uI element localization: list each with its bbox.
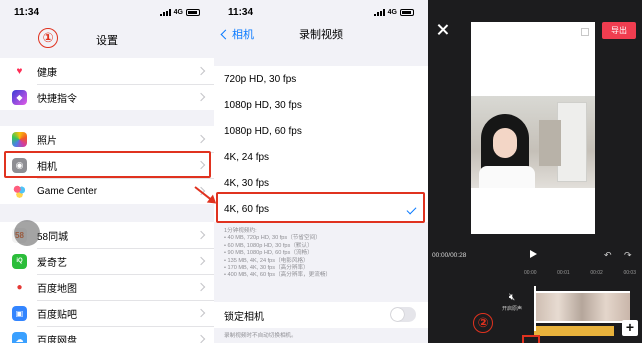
settings-screen: 11:34 4G ① 设置 ♥ 健康 ◆ 快捷指令 照片 ◉ 相机 Game C… — [0, 0, 214, 343]
chevron-right-icon — [196, 308, 206, 318]
baidu-tieba-icon: ▣ — [12, 305, 27, 321]
settings-item-label: 58同城 — [37, 231, 69, 243]
status-bar: 11:34 4G — [214, 0, 428, 24]
chevron-right-icon — [196, 334, 206, 343]
baidu-map-icon: ● — [12, 279, 27, 295]
settings-item-label: Game Center — [37, 185, 98, 197]
mute-button[interactable]: 🔇︎ 开启原声 — [502, 292, 522, 312]
settings-item-label: 百度地图 — [37, 283, 77, 295]
video-option-1080p-30[interactable]: 1080p HD, 30 fps — [214, 92, 428, 118]
camera-highlight-box — [4, 151, 211, 178]
video-clip-track[interactable] — [534, 291, 630, 323]
background-fridge — [557, 102, 587, 182]
lock-camera-toggle[interactable] — [390, 307, 416, 322]
settings-item-label: 快捷指令 — [37, 93, 77, 105]
settings-item-label: 照片 — [37, 135, 57, 147]
selection-highlight-box — [216, 192, 425, 223]
photos-icon — [12, 131, 27, 147]
chevron-right-icon — [196, 134, 206, 144]
option-label: 1080p HD, 30 fps — [224, 99, 302, 111]
page-title: 设置 — [96, 35, 118, 47]
signal-icon — [159, 8, 171, 16]
page-title: 录制视频 — [299, 29, 343, 41]
settings-item-game-center[interactable]: Game Center — [0, 178, 214, 204]
video-option-720p-30[interactable]: 720p HD, 30 fps — [214, 66, 428, 92]
settings-item-shortcuts[interactable]: ◆ 快捷指令 — [0, 84, 214, 110]
ruler-tick: 00:01 — [557, 270, 570, 276]
chevron-right-icon — [196, 92, 206, 102]
redo-icon[interactable]: ↷ — [624, 250, 632, 261]
settings-item-label: 健康 — [37, 67, 57, 79]
game-center-icon — [12, 183, 27, 199]
option-label: 720p HD, 30 fps — [224, 73, 297, 85]
lock-camera-label: 锁定相机 — [224, 311, 264, 323]
step-two-badge: ② — [473, 313, 493, 333]
ruler-tick: 00:03 — [623, 270, 636, 276]
settings-item-label: 百度网盘 — [37, 335, 77, 343]
background-shelf — [539, 120, 561, 166]
status-time: 11:34 — [14, 6, 40, 18]
person-shirt — [479, 166, 535, 188]
settings-item-baidu-map[interactable]: ● 百度地图 — [0, 274, 214, 300]
option-label: 4K, 24 fps — [224, 151, 270, 163]
lock-camera-note: 录制视频时不自动切换相机。 — [224, 333, 297, 339]
mute-label: 开启原声 — [502, 306, 523, 312]
highlight-box — [522, 335, 540, 343]
video-editor-screen: 导出 00:00/00:28 ↶ ↷ 00:00 00:01 00:02 00:… — [428, 0, 642, 343]
shortcuts-icon: ◆ — [12, 89, 27, 105]
play-icon[interactable] — [530, 250, 537, 258]
ruler-tick: 00:02 — [590, 270, 603, 276]
network-label: 4G — [173, 8, 183, 16]
settings-item-baidu-netdisk[interactable]: ☁ 百度网盘 — [0, 326, 214, 343]
storage-notes: 1分钟视频约: • 40 MB, 720p HD, 30 fps（节省空间） •… — [224, 228, 422, 280]
speaker-mute-icon: 🔇︎ — [508, 292, 516, 303]
timeline-ruler: 00:00 00:01 00:02 00:03 — [524, 270, 642, 280]
settings-item-health[interactable]: ♥ 健康 — [0, 58, 214, 84]
ruler-tick: 00:00 — [524, 270, 537, 276]
settings-group-1: ♥ 健康 ◆ 快捷指令 — [0, 58, 214, 110]
person-face — [493, 128, 517, 158]
note-line: • 40 MB, 720p HD, 30 fps（节省空间） — [224, 235, 321, 242]
option-label: 1080p HD, 60 fps — [224, 125, 302, 137]
chevron-right-icon — [196, 230, 206, 240]
settings-item-label: 爱奇艺 — [37, 257, 67, 269]
settings-item-photos[interactable]: 照片 — [0, 126, 214, 152]
add-clip-button[interactable]: + — [622, 320, 638, 336]
chevron-right-icon — [196, 282, 206, 292]
settings-item-baidu-tieba[interactable]: ▣ 百度贴吧 — [0, 300, 214, 326]
video-frame-image — [471, 96, 595, 188]
chevron-right-icon — [196, 256, 206, 266]
battery-icon — [186, 8, 200, 16]
settings-item-label: 百度贴吧 — [37, 309, 77, 321]
status-time: 11:34 — [228, 6, 254, 18]
undo-icon[interactable]: ↶ — [604, 250, 612, 261]
signal-icon — [373, 8, 385, 16]
record-video-screen: 11:34 4G 相机 录制视频 720p HD, 30 fps 1080p H… — [214, 0, 428, 343]
status-bar: 11:34 4G — [0, 0, 214, 24]
note-line: • 90 MB, 1080p HD, 60 fps（流畅） — [224, 250, 313, 257]
iqiyi-icon: iQ — [12, 253, 27, 269]
video-preview — [471, 22, 595, 234]
note-line: • 400 MB, 4K, 60 fps（高分辨率，更流畅） — [224, 272, 332, 279]
export-button[interactable]: 导出 — [602, 22, 636, 39]
settings-item-iqiyi[interactable]: iQ 爱奇艺 — [0, 248, 214, 274]
timecode: 00:00/00:28 — [432, 252, 467, 259]
fullscreen-icon[interactable] — [581, 28, 589, 36]
heart-icon: ♥ — [12, 63, 27, 79]
note-line: • 135 MB, 4K, 24 fps（电影风格） — [224, 257, 309, 264]
chevron-right-icon — [196, 66, 206, 76]
battery-icon — [400, 8, 414, 16]
video-option-1080p-60[interactable]: 1080p HD, 60 fps — [214, 118, 428, 144]
option-label: 4K, 30 fps — [224, 177, 270, 189]
close-icon[interactable] — [438, 24, 448, 34]
video-option-4k-24[interactable]: 4K, 24 fps — [214, 144, 428, 170]
network-label: 4G — [387, 8, 397, 16]
baidu-netdisk-icon: ☁ — [12, 331, 27, 343]
assistive-touch-button[interactable] — [14, 220, 40, 246]
audio-track[interactable] — [534, 326, 614, 336]
playhead[interactable] — [534, 286, 536, 331]
